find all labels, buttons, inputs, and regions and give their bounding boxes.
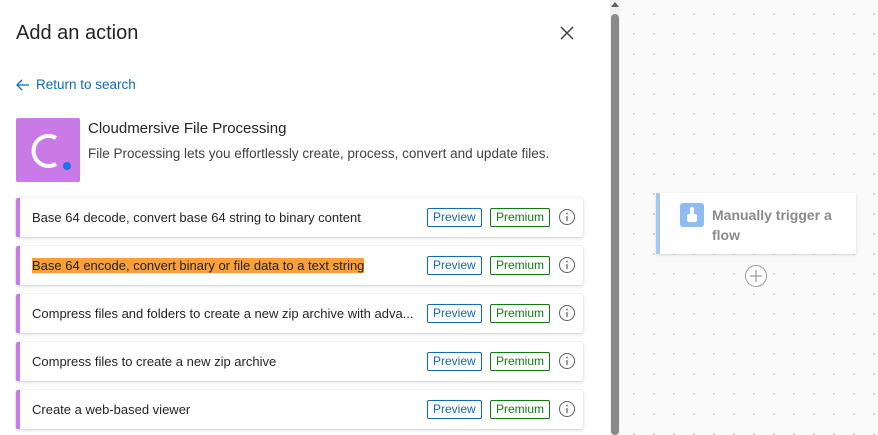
preview-badge: Preview (427, 304, 482, 323)
action-item[interactable]: Create a web-based viewer Preview Premiu… (16, 390, 583, 429)
premium-badge: Premium (490, 400, 551, 419)
premium-badge: Premium (490, 256, 551, 275)
info-icon[interactable] (558, 256, 576, 274)
panel-scrollbar[interactable] (610, 0, 620, 435)
info-icon[interactable] (558, 304, 576, 322)
add-action-panel: Add an action Return to search Cloudmers… (0, 0, 610, 435)
scroll-up-arrow-icon[interactable] (611, 2, 619, 7)
premium-badge: Premium (490, 208, 551, 227)
action-item[interactable]: Compress files to create a new zip archi… (16, 342, 583, 381)
action-label: Base 64 decode, convert base 64 string t… (32, 210, 361, 225)
premium-badge: Premium (490, 352, 551, 371)
return-to-search-link[interactable]: Return to search (16, 77, 136, 92)
action-item[interactable]: Base 64 decode, convert base 64 string t… (16, 198, 583, 237)
return-to-search-label: Return to search (36, 77, 136, 92)
arrow-left-icon (16, 79, 29, 90)
trigger-label: Manually trigger a flow (712, 207, 832, 243)
close-icon[interactable] (556, 22, 578, 44)
action-label: Create a web-based viewer (32, 402, 191, 417)
action-label: Base 64 encode, convert binary or file d… (32, 258, 365, 273)
action-item[interactable]: Base 64 encode, convert binary or file d… (16, 246, 583, 285)
action-item[interactable]: Compress files and folders to create a n… (16, 294, 583, 333)
action-label: Compress files to create a new zip archi… (32, 354, 277, 369)
preview-badge: Preview (427, 352, 482, 371)
preview-badge: Preview (427, 208, 482, 227)
preview-badge: Preview (427, 400, 482, 419)
cloudmersive-logo-icon (31, 134, 71, 170)
manual-trigger-card[interactable]: Manually trigger a flow (656, 193, 856, 254)
add-step-plus-icon[interactable] (744, 264, 768, 288)
panel-title: Add an action (16, 22, 139, 44)
info-icon[interactable] (558, 208, 576, 226)
hand-pointer-icon (680, 203, 704, 227)
connector-description: File Processing lets you effortlessly cr… (88, 146, 550, 161)
info-icon[interactable] (558, 400, 576, 418)
premium-badge: Premium (490, 304, 551, 323)
scroll-thumb[interactable] (611, 14, 619, 435)
info-icon[interactable] (558, 352, 576, 370)
preview-badge: Preview (427, 256, 482, 275)
connector-name: Cloudmersive File Processing (88, 120, 287, 137)
connector-logo (16, 118, 80, 182)
action-label: Compress files and folders to create a n… (32, 306, 414, 321)
